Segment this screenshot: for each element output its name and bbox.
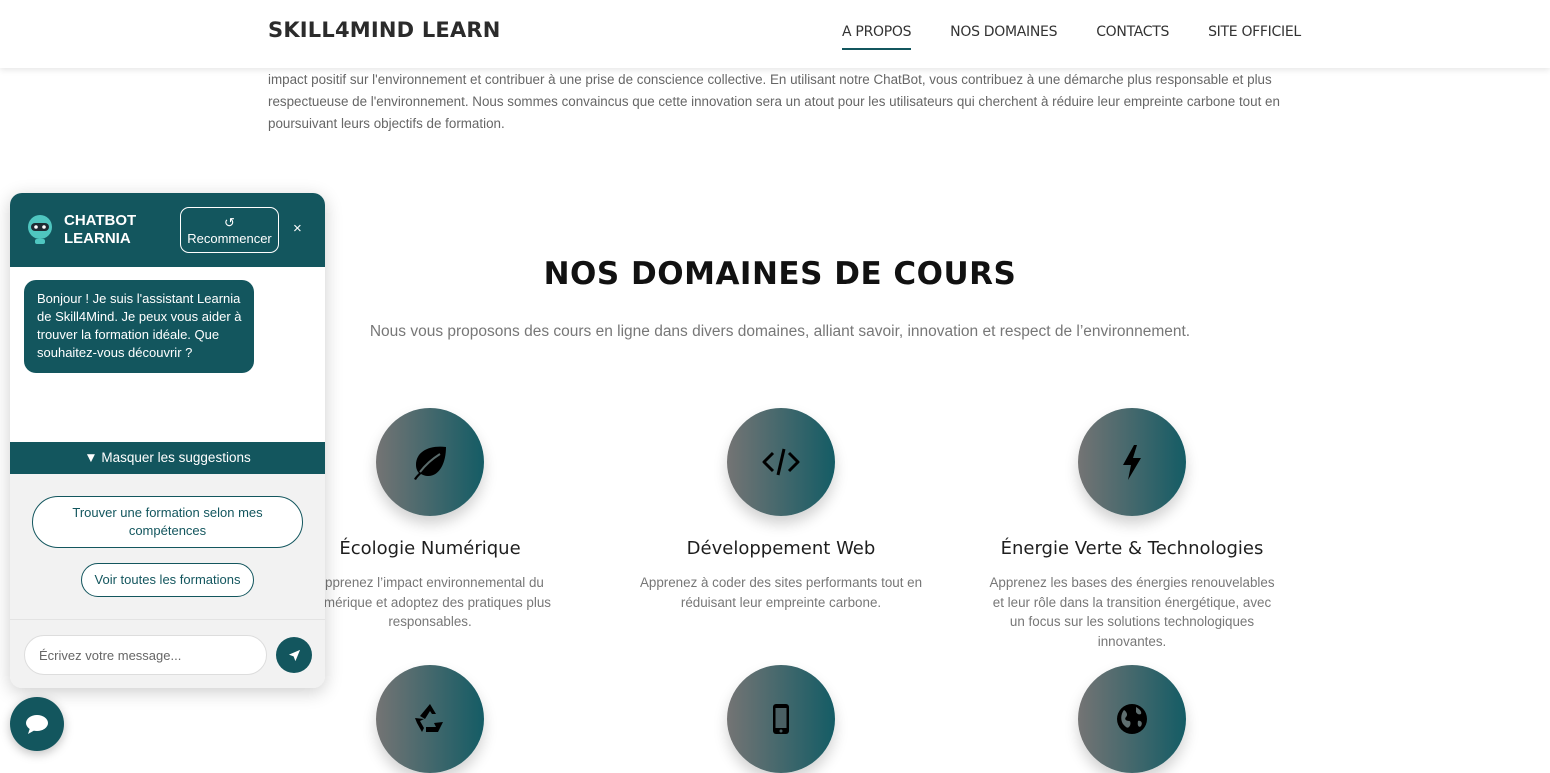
- message-input[interactable]: [24, 635, 267, 675]
- nav-site-officiel[interactable]: SITE OFFICIEL: [1208, 24, 1301, 50]
- site-header: SKILL4MIND LEARN A PROPOS NOS DOMAINES C…: [0, 0, 1550, 68]
- course-description: Apprenez à coder des sites performants t…: [639, 575, 923, 610]
- intro-paragraph: impact positif sur l'environnement et co…: [268, 72, 1280, 131]
- chat-bubble-icon: [26, 715, 48, 734]
- suggestions-area: Trouver une formation selon mes compéten…: [10, 474, 325, 619]
- suggestion-button[interactable]: Voir toutes les formations: [81, 563, 254, 597]
- restart-icon: ↺: [224, 215, 235, 230]
- close-icon[interactable]: ×: [293, 220, 302, 237]
- chatbot-header: CHATBOT LEARNIA ↺ Recommencer ×: [10, 193, 325, 267]
- course-icon-circle: [1078, 408, 1186, 516]
- toggle-suggestions-button[interactable]: ▼ Masquer les suggestions: [10, 442, 325, 474]
- bolt-icon: [1123, 445, 1141, 480]
- suggestion-button[interactable]: Trouver une formation selon mes compéten…: [32, 496, 303, 548]
- restart-button[interactable]: ↺ Recommencer: [180, 207, 279, 253]
- course-title: Développement Web: [686, 538, 876, 559]
- chatbot-title: CHATBOT LEARNIA: [64, 212, 136, 248]
- course-icon-circle: [1078, 665, 1186, 773]
- course-icon-circle: [727, 665, 835, 773]
- course-card-dev-web[interactable]: Développement Web Apprenez à coder des s…: [621, 408, 941, 612]
- bot-message: Bonjour ! Je suis l'assistant Learnia de…: [24, 280, 254, 373]
- main-nav: A PROPOS NOS DOMAINES CONTACTS SITE OFFI…: [842, 24, 1340, 50]
- chatbot-title-line2: LEARNIA: [64, 230, 131, 247]
- restart-label: Recommencer: [187, 231, 272, 246]
- nav-nos-domaines[interactable]: NOS DOMAINES: [950, 24, 1057, 50]
- course-description: Apprenez les bases des énergies renouvel…: [989, 575, 1275, 649]
- nav-contacts[interactable]: CONTACTS: [1096, 24, 1169, 50]
- course-icon-circle: [376, 665, 484, 773]
- course-icon-circle: [727, 408, 835, 516]
- chat-input-area: [10, 619, 325, 688]
- course-card-energie[interactable]: Énergie Verte & Technologies Apprenez le…: [972, 408, 1292, 651]
- brand-logo[interactable]: SKILL4MIND LEARN: [268, 18, 501, 42]
- course-icon-circle: [376, 408, 484, 516]
- course-card-mobile[interactable]: [621, 665, 941, 773]
- chat-messages: Bonjour ! Je suis l'assistant Learnia de…: [10, 267, 325, 442]
- send-icon: [288, 649, 300, 661]
- leaf-icon: [414, 446, 446, 480]
- send-button[interactable]: [276, 637, 312, 673]
- robot-avatar-icon: [28, 215, 52, 244]
- course-title: Énergie Verte & Technologies: [1000, 538, 1264, 559]
- nav-a-propos[interactable]: A PROPOS: [842, 24, 911, 50]
- chatbot-panel: CHATBOT LEARNIA ↺ Recommencer × Bonjour …: [10, 193, 325, 688]
- chatbot-title-line1: CHATBOT: [64, 212, 137, 229]
- course-card-globe[interactable]: [972, 665, 1292, 773]
- mobile-icon: [773, 704, 789, 734]
- chat-toggle-button[interactable]: [10, 697, 64, 751]
- recycle-icon: [415, 704, 443, 732]
- code-icon: [762, 448, 800, 476]
- globe-icon: [1117, 704, 1147, 734]
